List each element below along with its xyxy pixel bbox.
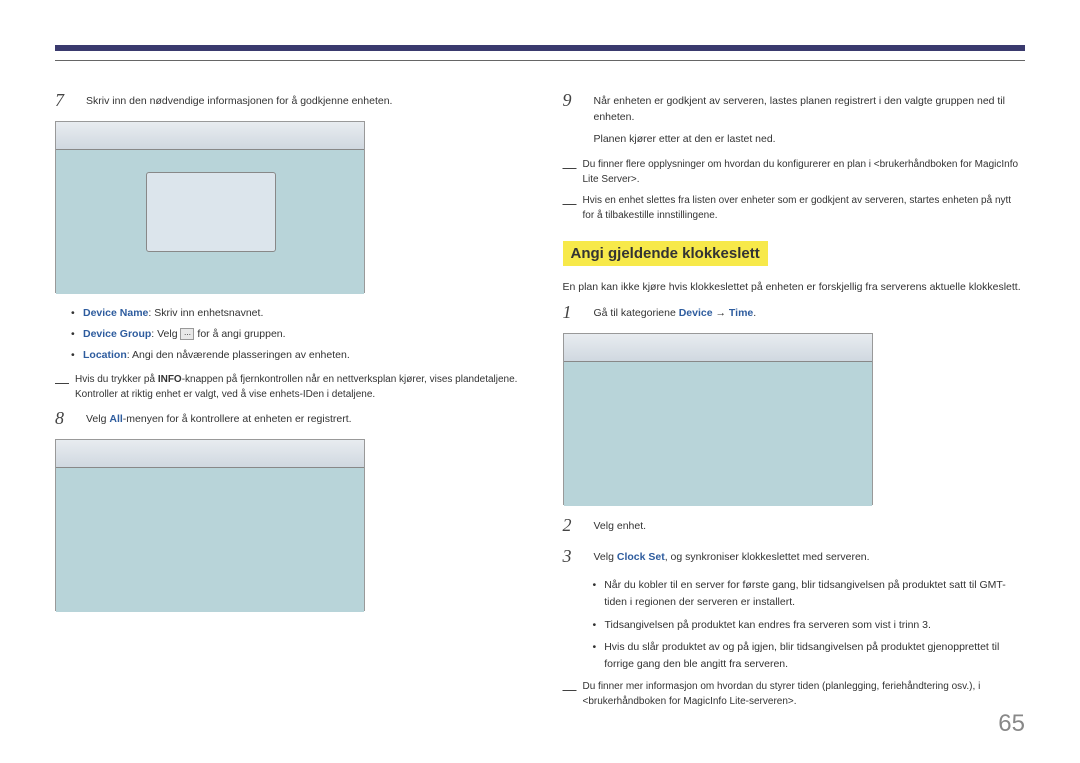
screenshot-toolbar xyxy=(564,334,872,362)
header-divider xyxy=(55,60,1025,61)
device-fields-list: • Device Name: Skriv inn enhetsnavnet. •… xyxy=(71,303,518,366)
screenshot-toolbar xyxy=(56,440,364,468)
screenshot-all-devices xyxy=(55,439,365,611)
step-8: 8 Velg All-menyen for å kontrollere at e… xyxy=(55,408,518,429)
step-number: 8 xyxy=(55,408,71,429)
step-7: 7 Skriv inn den nødvendige informasjonen… xyxy=(55,90,518,111)
screenshot-approve-device xyxy=(55,121,365,293)
step-text: Velg enhet. xyxy=(594,515,647,535)
clock-set-link: Clock Set xyxy=(617,551,665,563)
device-name-label: Device Name xyxy=(83,307,148,319)
content-columns: 7 Skriv inn den nødvendige informasjonen… xyxy=(55,90,1025,718)
bullet-device-group: • Device Group: Velg ⋯ for å angi gruppe… xyxy=(71,324,518,345)
step-2: 2 Velg enhet. xyxy=(563,515,1026,536)
time-sub-bullets: • Når du kobler til en server for første… xyxy=(593,577,1026,673)
screenshot-body xyxy=(564,362,872,506)
sub-bullet-2: • Tidsangivelsen på produktet kan endres… xyxy=(593,617,1026,634)
right-column: 9 Når enheten er godkjent av serveren, l… xyxy=(563,90,1026,718)
info-button-note: ― Hvis du trykker på INFO-knappen på fje… xyxy=(55,372,518,402)
step-3: 3 Velg Clock Set, og synkroniser klokkes… xyxy=(563,546,1026,567)
step-number: 9 xyxy=(563,90,579,111)
step-1: 1 Gå til kategoriene Device → Time. xyxy=(563,302,1026,323)
step-text: Velg All-menyen for å kontrollere at enh… xyxy=(86,408,352,428)
step-number: 7 xyxy=(55,90,71,111)
step-number: 1 xyxy=(563,302,579,323)
step-9: 9 Når enheten er godkjent av serveren, l… xyxy=(563,90,1026,147)
all-menu-link: All xyxy=(109,413,122,425)
device-group-text1: : Velg xyxy=(151,328,180,340)
left-column: 7 Skriv inn den nødvendige informasjonen… xyxy=(55,90,518,718)
step-text: Velg Clock Set, og synkroniser klokkesle… xyxy=(594,546,870,566)
screenshot-device-time xyxy=(563,333,873,505)
plan-config-note: ― Du finner flere opplysninger om hvorda… xyxy=(563,157,1026,187)
location-label: Location xyxy=(83,349,127,361)
step-text: Gå til kategoriene Device → Time. xyxy=(594,302,757,322)
step-number: 2 xyxy=(563,515,579,536)
device-group-text2: for å angi gruppen. xyxy=(194,328,285,340)
step-number: 3 xyxy=(563,546,579,567)
step-text: Når enheten er godkjent av serveren, las… xyxy=(594,90,1026,147)
bullet-location: • Location: Angi den nåværende plasserin… xyxy=(71,345,518,366)
page-number: 65 xyxy=(998,710,1025,738)
device-delete-note: ― Hvis en enhet slettes fra listen over … xyxy=(563,193,1026,223)
step-text: Skriv inn den nødvendige informasjonen f… xyxy=(86,90,392,110)
group-select-icon: ⋯ xyxy=(180,328,194,340)
time-management-note: ― Du finner mer informasjon om hvordan d… xyxy=(563,679,1026,709)
page-header-bar xyxy=(55,45,1025,53)
info-bold: INFO xyxy=(158,374,182,385)
clock-intro: En plan kan ikke kjøre hvis klokkeslette… xyxy=(563,280,1026,296)
bullet-device-name: • Device Name: Skriv inn enhetsnavnet. xyxy=(71,303,518,324)
screenshot-toolbar xyxy=(56,122,364,150)
sub-bullet-3: • Hvis du slår produktet av og på igjen,… xyxy=(593,639,1026,673)
section-title-clock: Angi gjeldende klokkeslett xyxy=(563,241,768,266)
screenshot-body xyxy=(56,150,364,294)
approve-dialog xyxy=(146,172,276,252)
device-group-label: Device Group xyxy=(83,328,151,340)
sub-bullet-1: • Når du kobler til en server for første… xyxy=(593,577,1026,611)
device-name-text: : Skriv inn enhetsnavnet. xyxy=(148,307,263,319)
location-text: : Angi den nåværende plasseringen av enh… xyxy=(127,349,350,361)
screenshot-body xyxy=(56,468,364,612)
